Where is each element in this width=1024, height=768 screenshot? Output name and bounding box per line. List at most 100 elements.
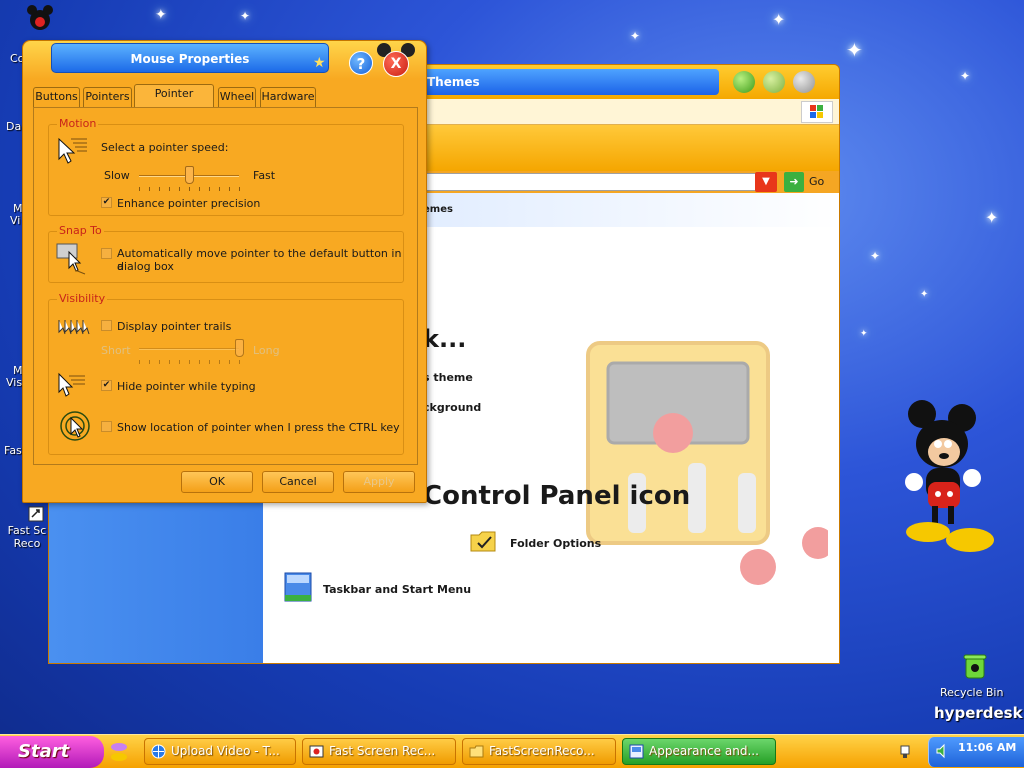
pointer-speed-slider[interactable] — [185, 166, 194, 184]
desktop-computer-icon[interactable] — [26, 4, 54, 32]
sparkle: ✦ — [985, 208, 999, 227]
apply-button[interactable]: Apply — [343, 471, 415, 493]
go-arrow-icon[interactable]: ➜ — [784, 172, 804, 192]
visibility-group: Visibility Display pointer trails Short … — [48, 292, 404, 455]
slider-tick — [239, 360, 240, 364]
slider-tick — [159, 187, 160, 191]
slider-tick — [169, 360, 170, 364]
taskbar-item-appearance[interactable]: Appearance and... — [622, 738, 776, 765]
trail-length-track — [139, 348, 239, 350]
taskbar-clock[interactable]: 11:06 AM — [958, 741, 1016, 754]
folder-icon — [469, 745, 484, 758]
trail-length-slider[interactable] — [235, 339, 244, 357]
slider-ticks — [139, 360, 240, 364]
sparkle: ✦ — [860, 329, 868, 339]
recycle-bin-label[interactable]: Recycle Bin — [940, 686, 1003, 699]
show-location-checkbox[interactable] — [101, 421, 112, 432]
slider-tick — [209, 187, 210, 191]
snap-to-group-title: Snap To — [57, 224, 104, 237]
taskbar-item-upload-video[interactable]: Upload Video - T... — [144, 738, 296, 765]
help-button[interactable]: ? — [349, 51, 373, 75]
tab-pointers[interactable]: Pointers — [83, 87, 132, 107]
close-button[interactable] — [793, 71, 815, 93]
slider-tick — [179, 360, 180, 364]
category-label: emes — [423, 204, 453, 215]
pointer-trails-checkbox[interactable] — [101, 320, 112, 331]
desktop-label[interactable]: Fas — [4, 444, 22, 457]
control-panel-icon-heading: Control Panel icon — [423, 481, 691, 511]
tray-network-icon[interactable] — [898, 743, 912, 759]
close-button[interactable]: X — [383, 51, 409, 77]
taskbar-start-menu-link[interactable]: Taskbar and Start Menu — [323, 583, 471, 596]
slider-tick — [149, 187, 150, 191]
taskbar: Start Upload Video - T... Fast Screen Re… — [0, 734, 1024, 768]
control-panel-icon — [629, 744, 644, 759]
maximize-button[interactable] — [763, 71, 785, 93]
tab-pointer-options[interactable]: Pointer Options — [134, 84, 214, 118]
start-decoration-icon — [108, 739, 130, 765]
tray-volume-icon[interactable] — [935, 743, 951, 759]
minimize-button[interactable] — [733, 71, 755, 93]
control-panel-title: Themes — [419, 69, 719, 95]
slider-tick — [169, 187, 170, 191]
taskbar-item-label: Fast Screen Rec... — [329, 744, 436, 758]
address-input[interactable] — [425, 173, 777, 191]
desktop-label[interactable]: Vi — [10, 214, 20, 227]
windows-logo-icon — [801, 101, 833, 123]
sparkle: ✦ — [870, 249, 881, 263]
recycle-bin-icon[interactable] — [962, 652, 988, 680]
taskbar-start-menu-icon[interactable] — [283, 571, 313, 603]
slider-ticks — [139, 187, 240, 191]
slider-tick — [239, 187, 240, 191]
slider-tick — [229, 187, 230, 191]
sparkle: ✦ — [846, 38, 863, 62]
ok-button[interactable]: OK — [181, 471, 253, 493]
task-link[interactable]: s theme — [423, 371, 473, 384]
taskbar-item-folder[interactable]: FastScreenReco... — [462, 738, 616, 765]
desktop-label[interactable]: Vis — [6, 376, 22, 389]
taskbar-item-label: Appearance and... — [649, 744, 759, 758]
mouse-properties-dialog[interactable]: Mouse Properties ★ ? X Buttons Pointers … — [22, 40, 427, 503]
tab-buttons[interactable]: Buttons — [33, 87, 80, 107]
fast-screen-recorder-icon[interactable] — [28, 506, 44, 522]
cancel-button[interactable]: Cancel — [262, 471, 334, 493]
folder-options-link[interactable]: Folder Options — [510, 537, 601, 550]
enhance-precision-checkbox[interactable]: ✔ — [101, 197, 112, 208]
motion-group: Motion Select a pointer speed: Slow Fast… — [48, 117, 404, 216]
hide-pointer-label: Hide pointer while typing — [117, 380, 256, 393]
go-button[interactable]: Go — [809, 175, 824, 188]
task-link[interactable]: ckground — [423, 401, 481, 414]
tab-wheel[interactable]: Wheel — [218, 87, 256, 107]
mickey-mouse-decoration — [900, 398, 1010, 558]
slider-tick — [139, 187, 140, 191]
sparkle: ✦ — [155, 7, 167, 23]
fast-screen-recorder-label[interactable]: Fast Sc Reco — [4, 524, 50, 550]
folder-options-icon[interactable] — [469, 527, 499, 555]
taskbar-item-fast-screen-recorder[interactable]: Fast Screen Rec... — [302, 738, 456, 765]
tab-hardware[interactable]: Hardware — [260, 87, 316, 107]
snap-to-icon — [56, 243, 86, 275]
show-location-icon — [60, 411, 90, 441]
start-button[interactable]: Start — [0, 736, 104, 768]
pointer-speed-icon — [58, 137, 87, 164]
visibility-group-title: Visibility — [57, 292, 108, 305]
desktop-label[interactable]: Da — [6, 120, 21, 133]
slider-tick — [219, 360, 220, 364]
enhance-precision-label: Enhance pointer precision — [117, 197, 261, 210]
address-dropdown-icon[interactable]: ▼ — [755, 172, 777, 192]
short-label: Short — [101, 344, 131, 357]
hide-pointer-icon — [58, 372, 85, 397]
sparkle: ✦ — [772, 10, 786, 29]
pointer-speed-label: Select a pointer speed: — [101, 141, 229, 154]
pointer-trails-label: Display pointer trails — [117, 320, 232, 333]
snap-to-checkbox[interactable] — [101, 248, 112, 259]
slider-tick — [149, 360, 150, 364]
hide-pointer-checkbox[interactable]: ✔ — [101, 380, 112, 391]
long-label: Long — [253, 344, 280, 357]
pick-a-task-heading: k... — [423, 325, 467, 353]
snap-to-label-line2: dialog box — [117, 260, 174, 273]
slider-tick — [189, 187, 190, 191]
snap-to-group: Snap To Automatically move pointer to th… — [48, 224, 404, 283]
dialog-titlebar[interactable]: Mouse Properties ★ ? X — [23, 41, 426, 79]
slider-tick — [189, 360, 190, 364]
